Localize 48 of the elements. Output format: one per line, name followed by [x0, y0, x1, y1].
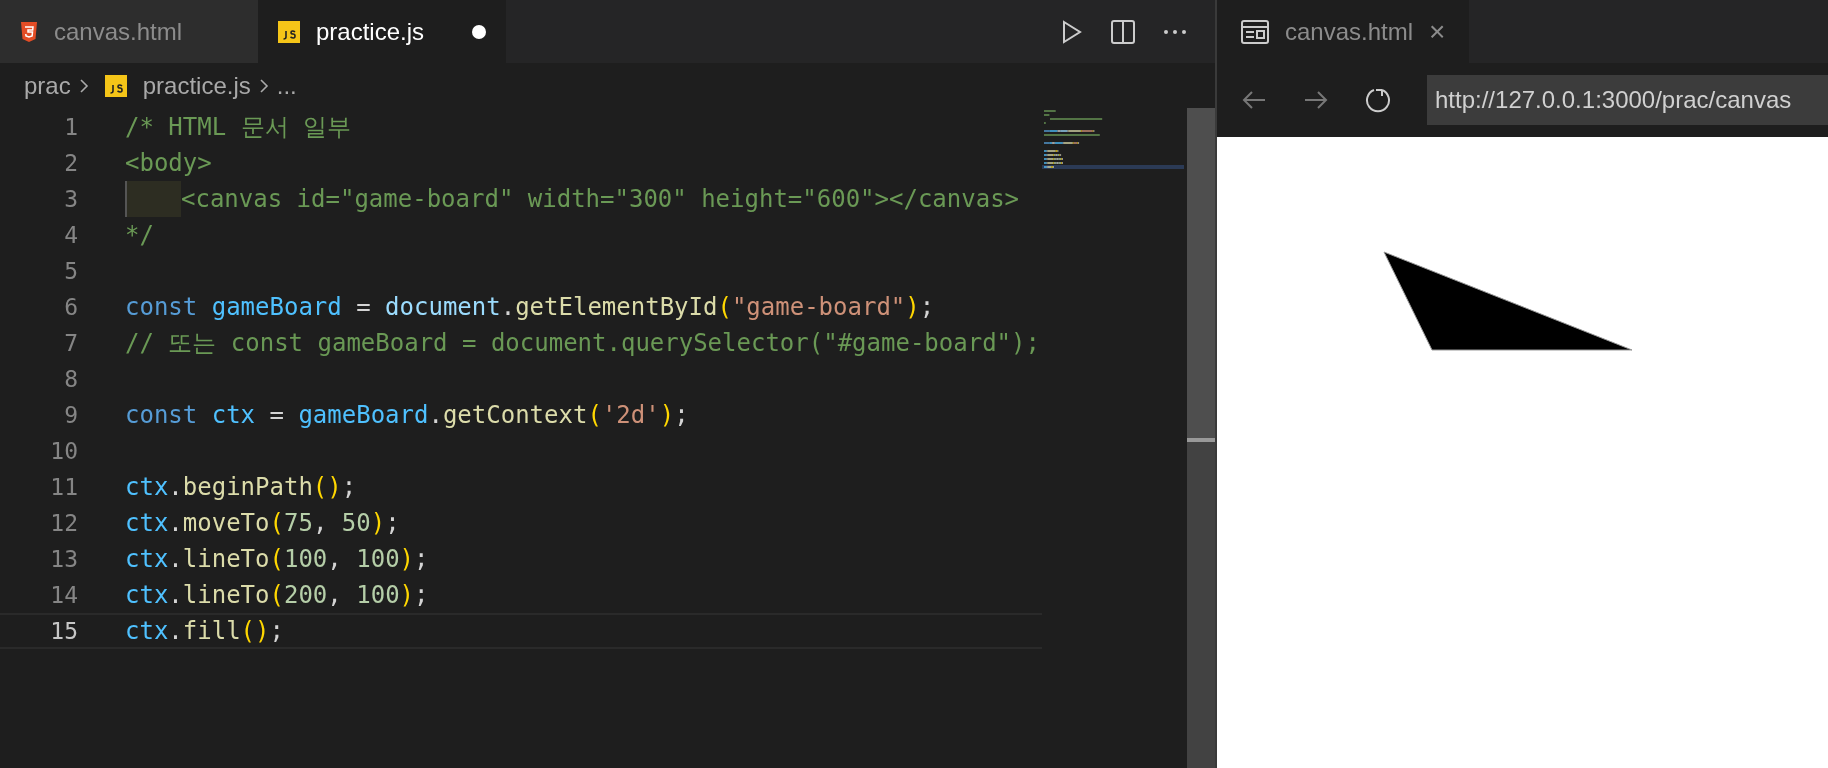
editor-tab[interactable]: practice.js: [258, 0, 506, 63]
code-line: ctx.beginPath();: [125, 472, 357, 503]
line-number: 4: [63, 220, 78, 250]
code-line: ctx.moveTo(75, 50);: [125, 508, 400, 539]
line-number: 12: [49, 508, 78, 538]
line-number: 10: [49, 436, 78, 466]
url-field[interactable]: http://127.0.0.1:3000/prac/canvas: [1427, 75, 1828, 125]
editor-tab[interactable]: canvas.html: [0, 0, 258, 63]
html-file-icon: [20, 20, 38, 43]
code-line: ctx.lineTo(200, 100);: [125, 580, 429, 611]
line-number: 14: [49, 580, 78, 610]
line-number: 11: [49, 472, 78, 502]
line-number: 5: [63, 256, 78, 286]
line-number: 2: [63, 148, 78, 178]
line-number: 1: [63, 112, 78, 142]
line-number: 8: [63, 364, 78, 394]
code-line: <canvas id="game-board" width="300" height="600"></canvas>: [181, 184, 1020, 215]
line-number: 9: [63, 400, 78, 430]
js-file-icon: [278, 20, 300, 43]
back-icon[interactable]: [1241, 90, 1267, 110]
code-line: const gameBoard = document.getElementById("game-board");: [125, 292, 935, 323]
close-button[interactable]: ×: [1429, 10, 1446, 53]
breadcrumb-item[interactable]: ...: [276, 67, 297, 104]
code-line: /* HTML 문서 일부: [125, 112, 352, 143]
reload-icon[interactable]: [1365, 87, 1391, 113]
breadcrumb-item[interactable]: prac: [24, 67, 71, 104]
run-icon[interactable]: [1061, 19, 1083, 44]
chevron-icon: [78, 77, 89, 94]
line-number: 3: [63, 184, 78, 214]
line-number: 7: [63, 328, 78, 358]
scrollbar[interactable]: [1187, 108, 1215, 768]
code-line: ctx.lineTo(100, 100);: [125, 544, 429, 575]
breadcrumb-item[interactable]: practice.js: [142, 67, 251, 104]
forward-icon[interactable]: [1303, 90, 1329, 110]
preview-icon: [1241, 19, 1269, 44]
chevron-icon: [258, 77, 269, 94]
line-number: 15: [49, 616, 78, 646]
js-file-icon: [104, 74, 127, 97]
code-line: // 또는 const gameBoard = document.querySelector("#game-board");: [125, 328, 1040, 359]
line-number: 13: [49, 544, 78, 574]
code-line: const ctx = gameBoard.getContext('2d');: [125, 400, 689, 431]
code-line: ctx.fill();: [125, 616, 284, 647]
split-editor-icon[interactable]: [1111, 19, 1135, 44]
preview-tab[interactable]: canvas.html ×: [1217, 0, 1470, 63]
code-line: <body>: [125, 148, 212, 179]
more-icon[interactable]: [1163, 28, 1187, 35]
code-line: */: [125, 220, 154, 251]
line-number: 6: [63, 292, 78, 322]
